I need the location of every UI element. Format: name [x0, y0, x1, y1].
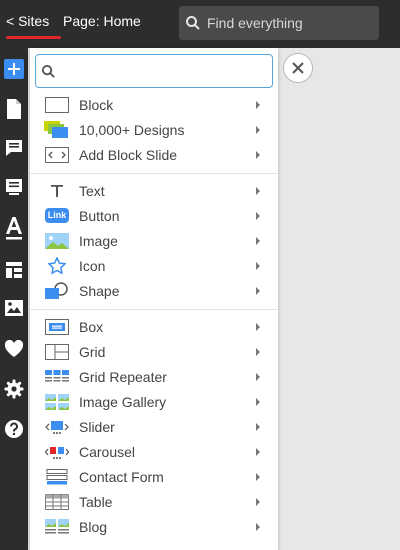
chevron-right-icon [256, 211, 260, 220]
menu-item-label: Table [79, 493, 113, 510]
sites-link[interactable]: < Sites [6, 13, 49, 29]
chevron-right-icon [256, 472, 260, 481]
panel-search[interactable] [35, 54, 273, 88]
table-icon [44, 493, 70, 511]
image-icon [44, 232, 70, 250]
menu-item-add-block-slide[interactable]: Add Block Slide [30, 142, 278, 167]
menu-item-slider[interactable]: Slider [30, 414, 278, 439]
menu-item-label: Add Block Slide [79, 146, 178, 163]
divider [30, 309, 278, 310]
text-icon [44, 182, 70, 200]
block-icon [44, 96, 70, 114]
divider [30, 173, 278, 174]
menu-item-label: Carousel [79, 443, 136, 460]
menu-item-contact-form[interactable]: Contact Form [30, 464, 278, 489]
menu-item-label: Icon [79, 257, 106, 274]
menu-item-label: Grid Repeater [79, 368, 167, 385]
menu-item-label: Slider [79, 418, 115, 435]
menu-item-label: Image Gallery [79, 393, 167, 410]
menu-item-label: Contact Form [79, 468, 164, 485]
menu-item-shape[interactable]: Shape [30, 278, 278, 303]
grid-repeater-icon [44, 368, 70, 386]
chevron-right-icon [256, 447, 260, 456]
menu-item-label: Button [79, 207, 120, 224]
search-icon [41, 64, 55, 78]
chevron-right-icon [256, 322, 260, 331]
chevron-right-icon [256, 150, 260, 159]
left-toolbar [0, 48, 28, 550]
form-icon[interactable] [0, 173, 28, 201]
chevron-right-icon [256, 236, 260, 245]
chevron-right-icon [256, 497, 260, 506]
layout-icon[interactable] [0, 256, 28, 284]
menu-item-label: Blog [79, 518, 108, 535]
menu-item-box[interactable]: Box [30, 314, 278, 339]
block-slide-icon [44, 146, 70, 164]
add-element-panel: Block 10,000+ Designs Add Block Slide Te… [30, 48, 278, 550]
blog-icon [44, 518, 70, 536]
section-basic: Block 10,000+ Designs Add Block Slide [30, 92, 278, 167]
font-icon[interactable] [0, 214, 28, 242]
chevron-right-icon [256, 100, 260, 109]
menu-item-label: Grid [79, 343, 106, 360]
chevron-right-icon [256, 372, 260, 381]
top-bar: < Sites Page: Home [0, 0, 400, 48]
menu-item-block[interactable]: Block [30, 92, 278, 117]
chevron-right-icon [256, 186, 260, 195]
menu-item-label: Image [79, 232, 118, 249]
menu-item-text[interactable]: Text [30, 178, 278, 203]
close-button[interactable] [283, 53, 313, 83]
image-icon[interactable] [0, 294, 28, 322]
menu-item-button[interactable]: Link Button [30, 203, 278, 228]
comment-icon[interactable] [0, 134, 28, 162]
menu-item-grid[interactable]: Grid [30, 339, 278, 364]
chevron-right-icon [256, 261, 260, 270]
menu-item-grid-repeater[interactable]: Grid Repeater [30, 364, 278, 389]
link-button-icon: Link [44, 207, 70, 225]
chevron-right-icon [256, 397, 260, 406]
section-layout: Box Grid Grid Repeater Image Gallery Sli… [30, 314, 278, 539]
box-icon [44, 318, 70, 336]
menu-item-carousel[interactable]: Carousel [30, 439, 278, 464]
panel-search-input[interactable] [60, 62, 264, 80]
chevron-right-icon [256, 422, 260, 431]
menu-item-label: Text [79, 182, 105, 199]
designs-icon [44, 120, 70, 139]
menu-item-image[interactable]: Image [30, 228, 278, 253]
menu-item-label: Box [79, 318, 104, 335]
carousel-icon [44, 443, 70, 461]
slider-icon [44, 418, 70, 436]
link-button-text: Link [45, 208, 69, 223]
section-elements: Text Link Button Image Icon Shape [30, 178, 278, 303]
menu-item-label: Shape [79, 282, 120, 299]
menu-item-table[interactable]: Table [30, 489, 278, 514]
sites-underline [6, 36, 61, 39]
add-icon[interactable] [4, 59, 24, 79]
help-icon[interactable] [0, 415, 28, 443]
gear-icon[interactable] [0, 375, 28, 403]
menu-item-blog[interactable]: Blog [30, 514, 278, 539]
menu-item-designs[interactable]: 10,000+ Designs [30, 117, 278, 142]
chevron-right-icon [256, 125, 260, 134]
global-search-input[interactable] [205, 14, 379, 32]
heart-icon[interactable] [0, 335, 28, 363]
grid-icon [44, 343, 70, 361]
close-icon [292, 62, 304, 74]
menu-item-label: Block [79, 96, 114, 113]
chevron-right-icon [256, 286, 260, 295]
page-label[interactable]: Page: Home [63, 13, 141, 29]
contact-form-icon [44, 468, 70, 486]
global-search[interactable] [179, 6, 379, 40]
menu-item-image-gallery[interactable]: Image Gallery [30, 389, 278, 414]
chevron-right-icon [256, 347, 260, 356]
shape-icon [44, 281, 70, 300]
search-icon [186, 16, 200, 30]
chevron-right-icon [256, 522, 260, 531]
menu-item-label: 10,000+ Designs [79, 121, 185, 138]
menu-item-icon[interactable]: Icon [30, 253, 278, 278]
image-gallery-icon [44, 393, 70, 411]
page-icon[interactable] [0, 95, 28, 123]
star-icon [44, 256, 70, 275]
